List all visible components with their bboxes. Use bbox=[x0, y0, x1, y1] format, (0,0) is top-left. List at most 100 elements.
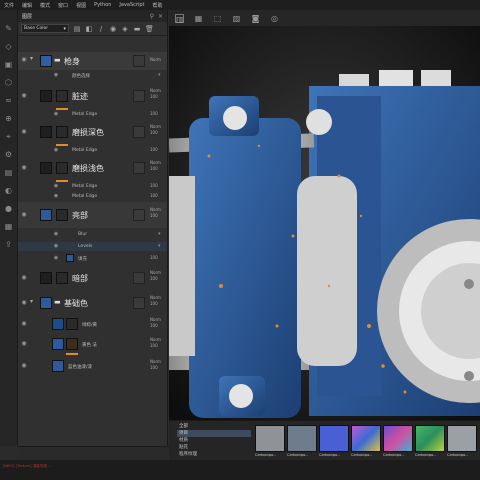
add-filter-icon[interactable]: ◈ bbox=[121, 25, 129, 33]
layer-sub-row[interactable]: ◉ 颜色选择 ▾ bbox=[18, 71, 167, 80]
shelf-category[interactable]: 项目 bbox=[177, 430, 251, 437]
export-icon[interactable]: ⇪ bbox=[4, 240, 14, 250]
add-fill-layer-icon[interactable]: ◧ bbox=[85, 25, 93, 33]
menu-javascript[interactable]: JavaScript bbox=[119, 2, 144, 8]
menu-mode[interactable]: 模式 bbox=[40, 2, 50, 9]
layer-sub-row[interactable]: ◉ Metal Edge 100 bbox=[18, 182, 167, 191]
eye-icon[interactable]: ◉ bbox=[20, 211, 28, 218]
grid-icon[interactable]: ▦ bbox=[194, 14, 203, 23]
clone-icon[interactable]: ⊕ bbox=[4, 114, 14, 124]
eye-icon[interactable]: ◉ bbox=[20, 56, 28, 63]
menu-python[interactable]: Python bbox=[94, 2, 111, 8]
material-name: Cartoonpo... bbox=[319, 453, 341, 457]
delete-layer-icon[interactable]: 🗑 bbox=[145, 25, 154, 33]
shelf-material[interactable]: Cartoonpo... bbox=[255, 425, 285, 460]
eye-icon[interactable]: ◉ bbox=[52, 231, 60, 237]
add-mask-icon[interactable]: / bbox=[97, 25, 105, 33]
layer-blend-mode: Norm 100 bbox=[150, 124, 161, 135]
shelf-category[interactable]: 程序纹理 bbox=[177, 451, 251, 458]
close-icon[interactable]: × bbox=[158, 13, 163, 20]
eye-icon[interactable]: ◉ bbox=[20, 320, 28, 327]
shelf-material[interactable]: Cartoonpo... bbox=[319, 425, 349, 460]
layer-row[interactable]: ◉ 蓝色油漆/漆 Norm 100 bbox=[18, 358, 167, 374]
eye-icon[interactable]: ◉ bbox=[52, 147, 60, 153]
layers-panel-header: 图层 ⚲ × bbox=[18, 10, 167, 22]
layer-sub-row[interactable]: ◉ Blur ▾ bbox=[18, 230, 167, 239]
add-folder-icon[interactable]: ▬ bbox=[133, 25, 141, 33]
folder-toggle-icon[interactable]: ▾ bbox=[30, 298, 33, 305]
eye-icon[interactable]: ◉ bbox=[52, 111, 60, 117]
layer-sub-row[interactable]: ◉ Levels ▾ bbox=[18, 242, 167, 251]
shelf-material[interactable]: Cartoonpo... bbox=[287, 425, 317, 460]
eye-icon[interactable]: ◉ bbox=[52, 193, 60, 199]
eye-icon[interactable]: ◉ bbox=[20, 362, 28, 369]
shelf-category[interactable]: 贴花 bbox=[177, 444, 251, 451]
eye-icon[interactable]: ◉ bbox=[52, 72, 60, 78]
eye-icon[interactable]: ◉ bbox=[20, 92, 28, 99]
shader-icon[interactable]: ● bbox=[4, 204, 14, 214]
chevron-down-icon[interactable]: ▾ bbox=[158, 72, 161, 78]
display-icon[interactable]: ◐ bbox=[4, 186, 14, 196]
layer-row[interactable]: ◉ 绿棕/黄 Norm 100 bbox=[18, 316, 167, 332]
layer-row[interactable]: ◉ 黄色 法 Norm 100 bbox=[18, 336, 167, 352]
shelf-category[interactable]: 全部 bbox=[177, 423, 251, 430]
layer-row[interactable]: ◉ ▾ ▬ 枪身 Norm bbox=[18, 52, 167, 70]
add-effect-icon[interactable]: ◉ bbox=[109, 25, 117, 33]
eye-icon[interactable]: ◉ bbox=[20, 299, 28, 306]
eye-icon[interactable]: ◉ bbox=[20, 274, 28, 281]
gun-model-render[interactable] bbox=[169, 26, 480, 420]
add-paint-layer-icon[interactable]: ▤ bbox=[73, 25, 81, 33]
3d-viewport[interactable]: ▥ ▦ ⬚ ▨ ◙ ◎ bbox=[169, 10, 480, 420]
layer-sub-row[interactable]: ◉ Metal Edge 100 bbox=[18, 110, 167, 119]
layer-row[interactable]: ◉ ▾ ▬ 基础色 Norm 100 bbox=[18, 292, 167, 314]
shelf-material[interactable]: Cartoonpo... bbox=[447, 425, 477, 460]
eye-icon[interactable]: ◉ bbox=[52, 255, 60, 261]
material-name: Cartoonpo... bbox=[383, 453, 405, 457]
shelf-category[interactable]: 材质 bbox=[177, 437, 251, 444]
folder-toggle-icon[interactable]: ▾ bbox=[30, 55, 33, 62]
layer-row[interactable]: ◉ 亮部 Norm 100 bbox=[18, 202, 167, 228]
shelf-material[interactable]: Cartoonpo... bbox=[415, 425, 445, 460]
layer-sub-row[interactable]: ◉ Metal Edge 100 bbox=[18, 192, 167, 201]
menu-file[interactable]: 文件 bbox=[4, 2, 14, 9]
eye-icon[interactable]: ◉ bbox=[20, 340, 28, 347]
eye-icon[interactable]: ◉ bbox=[52, 183, 60, 189]
menu-help[interactable]: 帮助 bbox=[153, 2, 163, 9]
settings-icon[interactable]: ⚙ bbox=[4, 150, 14, 160]
eye-icon[interactable]: ◉ bbox=[20, 128, 28, 135]
layer-sub-row[interactable]: ◉ 填充 100 bbox=[18, 254, 167, 263]
channel-select[interactable]: Base Color bbox=[21, 24, 69, 33]
layer-sub-row[interactable]: ◉ Metal Edge 100 bbox=[18, 146, 167, 155]
log-icon[interactable]: ▦ bbox=[4, 222, 14, 232]
layer-name: 基础色 bbox=[64, 299, 88, 308]
polyfill-icon[interactable]: ⬡ bbox=[4, 78, 14, 88]
projection-icon[interactable]: ▣ bbox=[4, 60, 14, 70]
eye-icon[interactable]: ◉ bbox=[20, 164, 28, 171]
layer-row[interactable]: ◉ 磨损深色 Norm 100 bbox=[18, 120, 167, 144]
picker-icon[interactable]: ⌖ bbox=[4, 132, 14, 142]
view-mode-icon[interactable]: ▥ bbox=[175, 13, 184, 24]
shelf-material[interactable]: Cartoonpo... bbox=[383, 425, 413, 460]
eye-icon[interactable]: ◉ bbox=[52, 243, 60, 249]
texture-set-icon[interactable]: ▤ bbox=[4, 168, 14, 178]
menu-edit[interactable]: 编辑 bbox=[22, 2, 32, 9]
menu-view[interactable]: 视图 bbox=[76, 2, 86, 9]
eraser-icon[interactable]: ◇ bbox=[4, 42, 14, 52]
chevron-down-icon[interactable]: ▾ bbox=[158, 243, 161, 249]
pin-icon[interactable]: ⚲ bbox=[150, 13, 154, 20]
image-icon[interactable]: ▨ bbox=[232, 14, 241, 23]
camera-icon[interactable]: ◎ bbox=[270, 14, 279, 23]
menu-window[interactable]: 窗口 bbox=[58, 2, 68, 9]
layer-mask-thumbnail bbox=[56, 209, 68, 221]
paint-brush-icon[interactable]: ✎ bbox=[4, 24, 14, 34]
display-settings-icon[interactable]: ◙ bbox=[251, 14, 260, 23]
layer-row[interactable]: ◉ 暗部 Norm 100 bbox=[18, 266, 167, 290]
chevron-down-icon[interactable]: ▾ bbox=[158, 231, 161, 237]
frame-icon[interactable]: ⬚ bbox=[213, 14, 222, 23]
smudge-icon[interactable]: ≈ bbox=[4, 96, 14, 106]
layer-blend-mode: 100 bbox=[150, 111, 158, 116]
shelf-material[interactable]: Cartoonpo... bbox=[351, 425, 381, 460]
layer-row[interactable]: ◉ 磨损浅色 Norm 100 bbox=[18, 156, 167, 180]
layer-row[interactable]: ◉ 脏迹 Norm 100 bbox=[18, 84, 167, 108]
layer-blend-mode: Norm 100 bbox=[150, 207, 161, 218]
